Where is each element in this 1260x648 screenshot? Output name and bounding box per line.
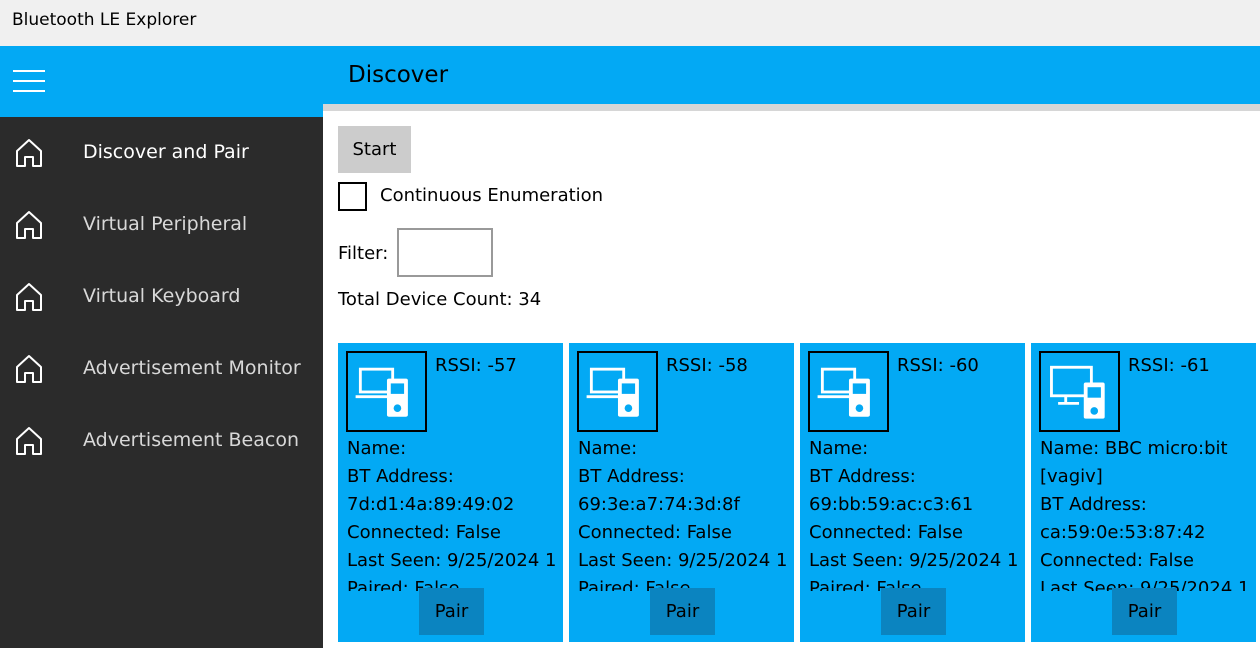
device-address: 7d:d1:4a:89:49:02 — [347, 494, 515, 515]
sidebar-item-label: Virtual Peripheral — [83, 213, 248, 235]
title-bar: Bluetooth LE Explorer — [0, 0, 1260, 46]
device-last-seen: Last Seen: 9/25/2024 1 — [809, 550, 1019, 571]
filter-label: Filter: — [338, 243, 389, 264]
sidebar-item-virtual-peripheral[interactable]: Virtual Peripheral — [0, 189, 323, 261]
sidebar-item-label: Virtual Keyboard — [83, 285, 241, 307]
hamburger-area — [0, 46, 323, 117]
start-button[interactable]: Start — [338, 126, 411, 173]
device-last-seen: Last Seen: 9/25/2024 1 — [347, 550, 557, 571]
device-connected: Connected: False — [809, 522, 963, 543]
pair-button[interactable]: Pair — [881, 588, 946, 635]
devices-icon — [808, 351, 889, 432]
sidebar-item-discover-and-pair[interactable]: Discover and Pair — [0, 117, 323, 189]
main-content: Start Continuous Enumeration Filter: Tot… — [323, 111, 1260, 648]
sidebar: Discover and Pair Virtual Peripheral Vir… — [0, 117, 323, 648]
rssi-value: RSSI: -60 — [897, 355, 979, 376]
device-connected: Connected: False — [347, 522, 501, 543]
rssi-value: RSSI: -57 — [435, 355, 517, 376]
device-card[interactable]: RSSI: -61 Name: BBC micro:bit [vagiv] BT… — [1031, 343, 1256, 642]
device-count: Total Device Count: 34 — [338, 289, 542, 310]
device-address-label: BT Address: — [578, 466, 685, 487]
device-connected: Connected: False — [578, 522, 732, 543]
device-name: Name: — [347, 438, 407, 459]
devices-icon — [346, 351, 427, 432]
pair-button[interactable]: Pair — [650, 588, 715, 635]
device-card[interactable]: RSSI: -60 Name: BT Address: 69:bb:59:ac:… — [800, 343, 1025, 642]
home-icon — [16, 283, 42, 311]
device-info: Name: BT Address: 7d:d1:4a:89:49:02 Conn… — [347, 435, 563, 591]
device-card[interactable]: RSSI: -58 Name: BT Address: 69:3e:a7:74:… — [569, 343, 794, 642]
device-name: Name: — [809, 438, 869, 459]
pair-button[interactable]: Pair — [1112, 588, 1177, 635]
device-address-label: BT Address: — [809, 466, 916, 487]
device-info: Name: BT Address: 69:bb:59:ac:c3:61 Conn… — [809, 435, 1025, 591]
device-info: Name: BT Address: 69:3e:a7:74:3d:8f Conn… — [578, 435, 794, 591]
sidebar-item-advertisement-monitor[interactable]: Advertisement Monitor — [0, 333, 323, 405]
device-card[interactable]: RSSI: -57 Name: BT Address: 7d:d1:4a:89:… — [338, 343, 563, 642]
devices-icon — [577, 351, 658, 432]
rssi-value: RSSI: -61 — [1128, 355, 1210, 376]
home-icon — [16, 211, 42, 239]
device-name: Name: — [578, 438, 638, 459]
sidebar-item-virtual-keyboard[interactable]: Virtual Keyboard — [0, 261, 323, 333]
home-icon — [16, 139, 42, 167]
device-name-continued: [vagiv] — [1040, 466, 1103, 487]
sidebar-item-label: Advertisement Monitor — [83, 357, 301, 379]
page-title: Discover — [348, 62, 449, 88]
continuous-enumeration-label: Continuous Enumeration — [380, 185, 604, 206]
device-address-label: BT Address: — [1040, 494, 1147, 515]
device-address-label: BT Address: — [347, 466, 454, 487]
home-icon — [16, 355, 42, 383]
rssi-value: RSSI: -58 — [666, 355, 748, 376]
pair-button[interactable]: Pair — [419, 588, 484, 635]
window-title: Bluetooth LE Explorer — [12, 10, 197, 30]
device-name: Name: BBC micro:bit — [1040, 438, 1228, 459]
filter-input[interactable] — [397, 228, 493, 277]
desktop-phone-icon — [1039, 351, 1120, 432]
home-icon — [16, 427, 42, 455]
device-address: 69:3e:a7:74:3d:8f — [578, 494, 740, 515]
device-info: Name: BBC micro:bit [vagiv] BT Address: … — [1040, 435, 1256, 591]
device-address: 69:bb:59:ac:c3:61 — [809, 494, 974, 515]
header-divider — [323, 104, 1260, 111]
device-connected: Connected: False — [1040, 550, 1194, 571]
hamburger-menu-icon[interactable] — [13, 70, 45, 92]
sidebar-item-label: Advertisement Beacon — [83, 429, 299, 451]
sidebar-item-label: Discover and Pair — [83, 141, 249, 163]
device-last-seen: Last Seen: 9/25/2024 1 — [578, 550, 788, 571]
continuous-enumeration-checkbox[interactable] — [338, 182, 367, 211]
page-header: Discover — [323, 46, 1260, 104]
device-address: ca:59:0e:53:87:42 — [1040, 522, 1206, 543]
sidebar-item-advertisement-beacon[interactable]: Advertisement Beacon — [0, 405, 323, 477]
